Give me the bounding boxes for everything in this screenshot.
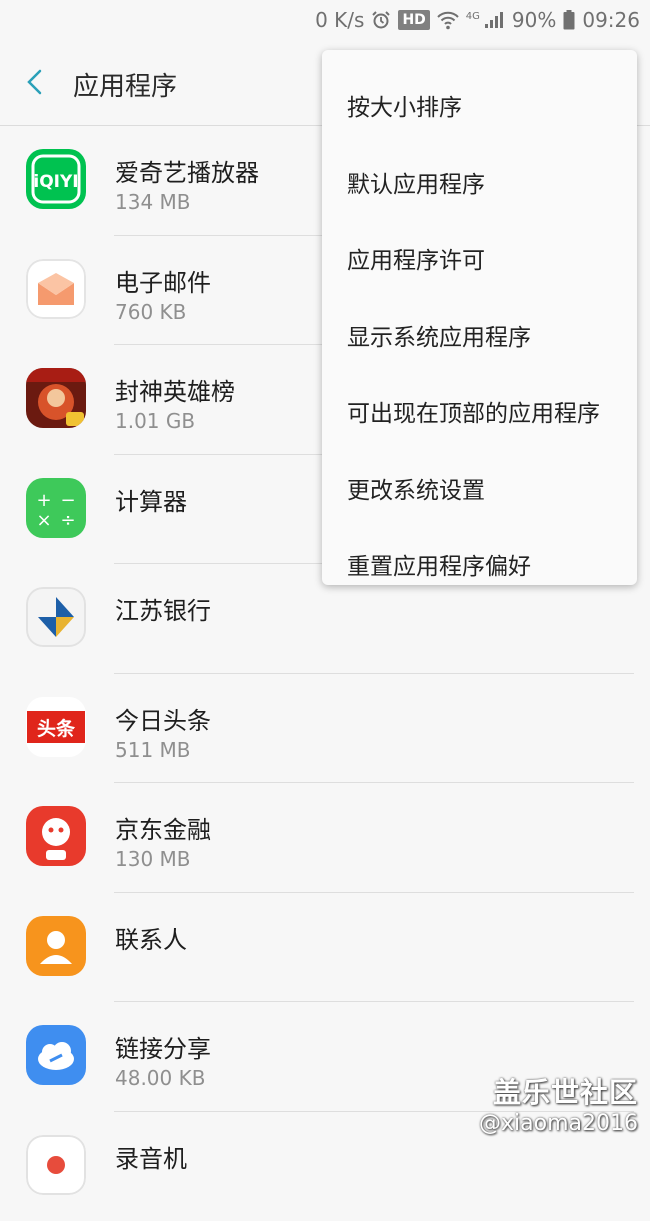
svg-text:头条: 头条 bbox=[37, 717, 76, 740]
menu-item-apps-on-top[interactable]: 可出现在顶部的应用程序 bbox=[322, 394, 637, 471]
svg-text:+: + bbox=[36, 490, 51, 511]
watermark-title: 盖乐世社区 bbox=[479, 1071, 638, 1111]
menu-item-show-system-apps[interactable]: 显示系统应用程序 bbox=[322, 318, 637, 395]
network-type: 4G bbox=[466, 11, 480, 22]
link-share-icon bbox=[26, 1025, 86, 1085]
menu-item-app-permissions[interactable]: 应用程序许可 bbox=[322, 241, 637, 318]
hd-badge: HD bbox=[398, 10, 429, 30]
app-name: 电子邮件 bbox=[115, 263, 211, 298]
iqiyi-icon: iQIYI bbox=[26, 149, 86, 209]
page-title: 应用程序 bbox=[73, 66, 177, 103]
app-name: 录音机 bbox=[115, 1139, 187, 1174]
watermark-handle: @xiaoma2016 bbox=[479, 1111, 638, 1136]
app-row[interactable]: 联系人 bbox=[0, 893, 650, 1003]
app-row[interactable]: 京东金融 130 MB bbox=[0, 783, 650, 893]
contacts-icon bbox=[26, 916, 86, 976]
jd-finance-icon bbox=[26, 806, 86, 866]
alarm-icon bbox=[371, 10, 391, 30]
watermark: 盖乐世社区 @xiaoma2016 bbox=[479, 1071, 638, 1136]
wifi-icon bbox=[437, 10, 459, 30]
app-name: 爱奇艺播放器 bbox=[115, 153, 259, 188]
status-bar: 0 K/s HD 4G 90% 09:26 bbox=[0, 0, 650, 40]
app-name: 联系人 bbox=[115, 920, 187, 955]
app-name: 链接分享 bbox=[115, 1029, 211, 1064]
email-icon bbox=[26, 259, 86, 319]
net-speed: 0 K/s bbox=[315, 8, 364, 32]
app-size: 134 MB bbox=[115, 190, 191, 214]
app-size: 511 MB bbox=[115, 738, 191, 762]
app-name: 京东金融 bbox=[115, 810, 211, 845]
menu-item-modify-system-settings[interactable]: 更改系统设置 bbox=[322, 471, 637, 548]
battery-icon bbox=[563, 10, 575, 30]
battery-level: 90% bbox=[512, 8, 556, 32]
menu-item-default-apps[interactable]: 默认应用程序 bbox=[322, 165, 637, 242]
app-name: 计算器 bbox=[115, 482, 187, 517]
calculator-icon: +−× ÷ bbox=[26, 478, 86, 538]
app-name: 今日头条 bbox=[115, 701, 211, 736]
game-icon bbox=[26, 368, 86, 428]
svg-text:−: − bbox=[60, 490, 75, 511]
svg-text:×: × bbox=[36, 510, 51, 531]
menu-item-sort-by-size[interactable]: 按大小排序 bbox=[322, 88, 637, 165]
app-size: 1.01 GB bbox=[115, 409, 195, 433]
svg-text:÷: ÷ bbox=[60, 510, 75, 531]
app-row[interactable]: 头条 今日头条 511 MB bbox=[0, 674, 650, 784]
app-name: 江苏银行 bbox=[115, 591, 211, 626]
back-arrow-icon[interactable] bbox=[22, 67, 50, 97]
app-size: 130 MB bbox=[115, 847, 191, 871]
overflow-menu: 按大小排序 默认应用程序 应用程序许可 显示系统应用程序 可出现在顶部的应用程序… bbox=[322, 50, 637, 585]
toutiao-icon: 头条 bbox=[26, 697, 86, 757]
bank-icon bbox=[26, 587, 86, 647]
app-name: 封神英雄榜 bbox=[115, 372, 235, 407]
recorder-icon bbox=[26, 1135, 86, 1195]
clock: 09:26 bbox=[582, 8, 640, 32]
menu-item-reset-app-preferences[interactable]: 重置应用程序偏好 bbox=[322, 547, 637, 624]
signal-icon bbox=[483, 10, 505, 30]
app-size: 48.00 KB bbox=[115, 1066, 205, 1090]
svg-text:iQIYI: iQIYI bbox=[33, 172, 78, 192]
app-size: 760 KB bbox=[115, 300, 186, 324]
